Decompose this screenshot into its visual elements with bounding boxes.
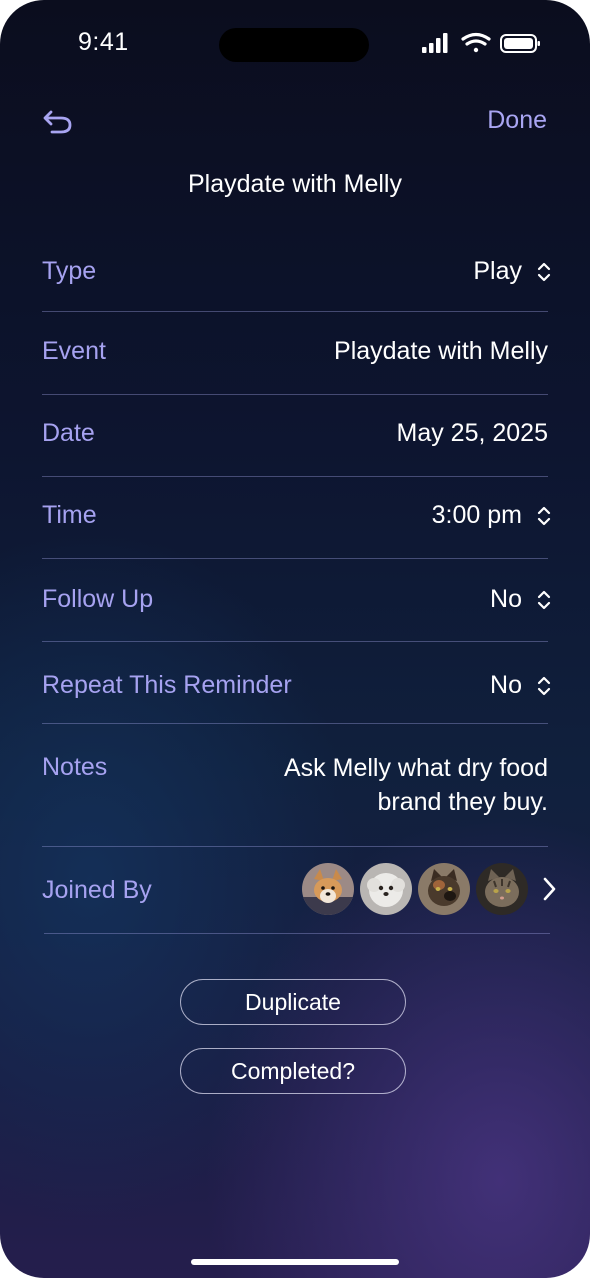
home-indicator[interactable] — [191, 1259, 399, 1265]
event-value[interactable]: Playdate with Melly — [334, 337, 548, 366]
notes-value[interactable]: Ask Melly what dry food brand they buy. — [268, 751, 548, 819]
repeat-picker[interactable]: No — [490, 671, 552, 700]
repeat-label: Repeat This Reminder — [42, 671, 292, 699]
event-row[interactable]: Event Playdate with Melly — [42, 337, 548, 369]
chevron-up-down-icon — [537, 676, 551, 695]
divider — [42, 846, 548, 847]
follow-up-value: No — [490, 585, 522, 613]
time-label: Time — [42, 501, 97, 529]
notes-label: Notes — [42, 753, 108, 781]
joined-by-avatars[interactable] — [296, 862, 558, 916]
time-value: 3:00 pm — [431, 501, 522, 529]
divider — [42, 311, 548, 312]
battery-icon — [500, 34, 540, 53]
white-fluffy-dog-avatar — [360, 863, 412, 915]
done-button[interactable]: Done — [487, 106, 547, 135]
chevron-up-down-icon — [537, 262, 551, 281]
back-button[interactable] — [40, 104, 78, 138]
status-time: 9:41 — [78, 28, 129, 56]
follow-up-label: Follow Up — [42, 585, 154, 613]
joined-by-row[interactable]: Joined By — [42, 863, 556, 915]
undo-arrow-icon — [43, 110, 72, 134]
tabby-cat-avatar — [476, 863, 528, 915]
repeat-value: No — [490, 671, 522, 699]
time-row[interactable]: Time 3:00 pm — [42, 501, 551, 533]
duplicate-button[interactable]: Duplicate — [180, 979, 406, 1025]
divider — [42, 476, 548, 477]
date-row[interactable]: Date May 25, 2025 — [42, 419, 548, 451]
repeat-row[interactable]: Repeat This Reminder No — [42, 671, 551, 703]
chevron-right-icon[interactable] — [540, 876, 558, 902]
type-value: Play — [473, 257, 522, 285]
tortoiseshell-cat-avatar — [418, 863, 470, 915]
event-label: Event — [42, 337, 106, 365]
type-picker[interactable]: Play — [473, 257, 552, 286]
chevron-up-down-icon — [537, 590, 551, 609]
joined-by-label: Joined By — [42, 876, 152, 904]
divider — [44, 933, 550, 934]
divider — [42, 558, 548, 559]
date-label: Date — [42, 419, 95, 447]
completed-button[interactable]: Completed? — [180, 1048, 406, 1094]
wifi-icon — [461, 32, 491, 53]
page-title: Playdate with Melly — [188, 170, 402, 198]
corgi-dog-avatar — [302, 863, 354, 915]
divider — [42, 394, 548, 395]
time-picker[interactable]: 3:00 pm — [432, 501, 552, 530]
type-label: Type — [42, 257, 97, 285]
divider — [42, 723, 548, 724]
follow-up-picker[interactable]: No — [490, 585, 552, 614]
chevron-up-down-icon — [537, 506, 551, 525]
notes-row[interactable]: Notes Ask Melly what dry food brand they… — [42, 751, 548, 821]
dynamic-island — [219, 28, 369, 62]
cellular-signal-icon — [422, 33, 448, 53]
divider — [42, 641, 548, 642]
status-bar: 9:41 — [0, 0, 590, 90]
date-value[interactable]: May 25, 2025 — [397, 419, 549, 448]
type-row[interactable]: Type Play — [42, 257, 551, 289]
follow-up-row[interactable]: Follow Up No — [42, 585, 551, 617]
status-icons — [422, 32, 540, 53]
phone-screen: 9:41 Done Playdate with Melly Type Play … — [0, 0, 590, 1278]
